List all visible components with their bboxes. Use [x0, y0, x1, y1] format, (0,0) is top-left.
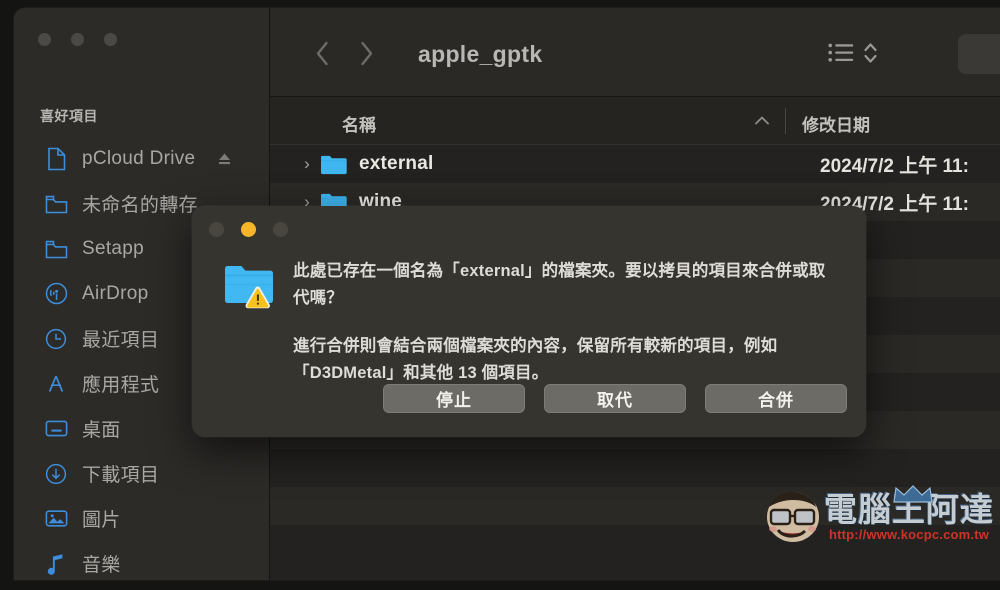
sidebar-item-label: 最近項目 — [82, 330, 160, 351]
sidebar-item-pictures[interactable]: 圖片 — [14, 496, 270, 541]
site-watermark: 電腦王阿達 http://www.kocpc.com.tw — [764, 484, 994, 548]
dialog-close-button[interactable] — [209, 222, 224, 237]
chevron-up-down-icon — [863, 41, 878, 70]
file-date-modified: 2024/7/2 上午 11: — [820, 155, 969, 177]
column-header-name[interactable]: 名稱 — [342, 111, 376, 136]
stop-button[interactable]: 停止 — [383, 384, 525, 413]
file-name: external — [359, 153, 434, 174]
replace-or-merge-dialog: 此處已存在一個名為「external」的檔案夾。要以拷貝的項目來合併或取代嗎？ … — [192, 206, 866, 437]
sidebar-item-label: 圖片 — [82, 510, 121, 531]
airdrop-icon — [44, 282, 68, 306]
sidebar-section-title: 喜好項目 — [40, 108, 98, 124]
sidebar-item-label: pCloud Drive — [82, 147, 196, 169]
clock-icon — [44, 327, 68, 351]
table-row[interactable] — [270, 449, 1000, 487]
eject-icon[interactable] — [216, 151, 233, 167]
dialog-zoom-button[interactable] — [273, 222, 288, 237]
breadcrumb-folder-title: apple_gptk — [418, 41, 543, 67]
chevron-right-icon[interactable] — [352, 38, 380, 68]
view-options-control[interactable] — [828, 41, 878, 70]
chevron-left-icon[interactable] — [308, 38, 336, 68]
finder-toolbar: apple_gptk — [270, 8, 1000, 97]
column-header-date-modified[interactable]: 修改日期 — [802, 111, 870, 136]
replace-button[interactable]: 取代 — [544, 384, 686, 413]
sort-ascending-icon — [754, 113, 770, 129]
sidebar-item-label: AirDrop — [82, 282, 149, 304]
sidebar-item-downloads[interactable]: 下載項目 — [14, 451, 270, 496]
folder-icon — [44, 237, 68, 261]
window-traffic-lights — [38, 33, 117, 46]
music-icon — [44, 552, 68, 576]
sidebar-item-label: 應用程式 — [82, 375, 160, 396]
file-list-column-header: 名稱 修改日期 — [270, 97, 1000, 145]
sidebar-item-label: 音樂 — [82, 555, 121, 576]
folder-icon — [320, 153, 347, 175]
crown-icon — [892, 484, 934, 509]
sidebar-item-label: 未命名的轉存 — [82, 195, 198, 216]
close-button[interactable] — [38, 33, 51, 46]
sidebar-item-music[interactable]: 音樂 — [14, 541, 270, 580]
folder-icon — [44, 192, 68, 216]
column-divider — [785, 108, 786, 134]
sidebar-item-label: 下載項目 — [82, 465, 160, 486]
dialog-message-secondary: 進行合併則會結合兩個檔案夾的內容，保留所有較新的項目，例如「D3DMetal」和… — [293, 337, 778, 383]
list-view-icon — [828, 42, 854, 69]
sidebar-item-label: Setapp — [82, 237, 145, 259]
folder-warning-icon — [223, 259, 277, 311]
table-row[interactable]: › external 2024/7/2 上午 11: — [270, 145, 1000, 183]
sidebar-item-pcloud-drive[interactable]: pCloud Drive — [14, 136, 270, 181]
sidebar-item-label: 桌面 — [82, 420, 121, 441]
mascot-face-icon — [764, 490, 822, 544]
watermark-url: http://www.kocpc.com.tw — [828, 526, 990, 542]
dialog-message-body: 此處已存在一個名為「external」的檔案夾。要以拷貝的項目來合併或取代嗎？ … — [293, 258, 842, 387]
document-icon — [44, 147, 68, 171]
minimize-button[interactable] — [71, 33, 84, 46]
dialog-message-primary: 此處已存在一個名為「external」的檔案夾。要以拷貝的項目來合併或取代嗎？ — [293, 262, 826, 307]
dialog-minimize-button[interactable] — [241, 222, 256, 237]
desktop-background: 喜好項目 pCloud Drive 未命名的轉存 Setapp AirDrop … — [0, 0, 1000, 590]
disclosure-triangle-icon[interactable]: › — [296, 154, 318, 174]
desktop-icon — [44, 417, 68, 441]
dialog-traffic-lights — [209, 222, 288, 237]
applications-icon — [44, 372, 68, 396]
zoom-button[interactable] — [104, 33, 117, 46]
dialog-button-row: 停止 取代 合併 — [192, 384, 866, 413]
download-icon — [44, 462, 68, 486]
merge-button[interactable]: 合併 — [705, 384, 847, 413]
toolbar-action-button[interactable] — [958, 34, 1000, 74]
pictures-icon — [44, 507, 68, 531]
